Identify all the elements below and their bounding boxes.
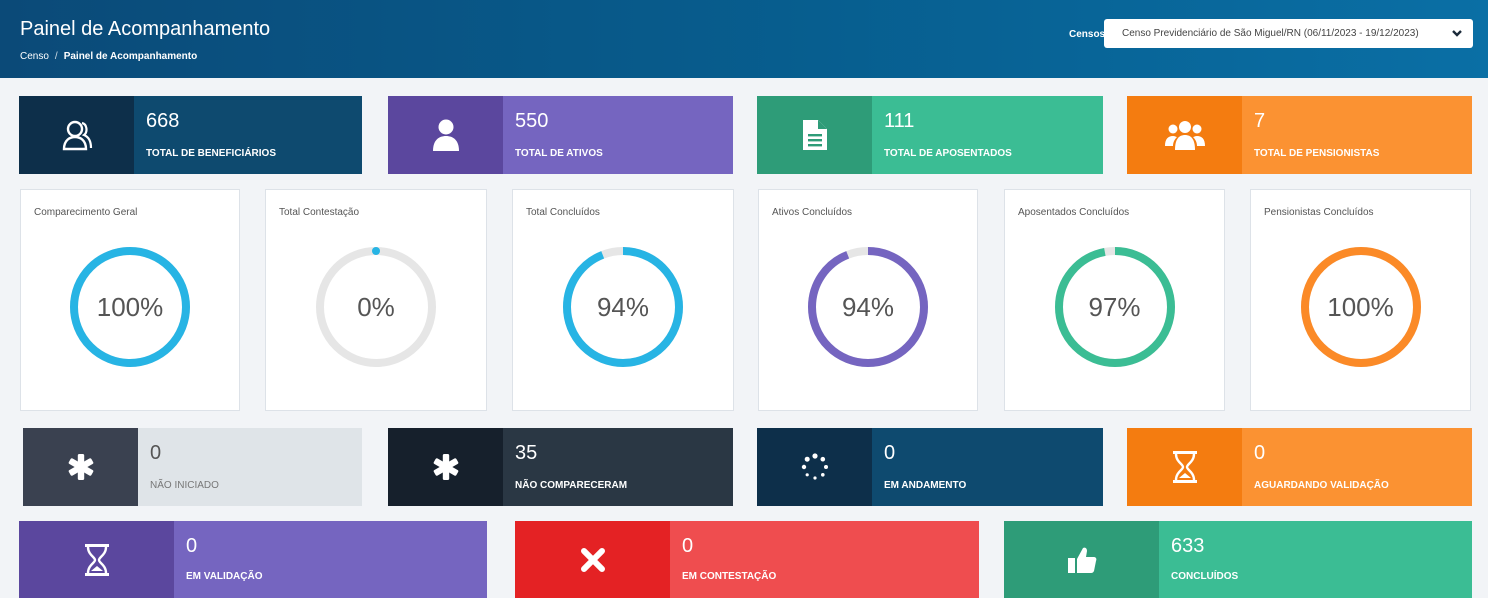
card-value: 0	[1254, 442, 1266, 464]
card-total-ativos: 550 TOTAL DE ATIVOS	[388, 96, 733, 174]
card-value: 668	[146, 110, 180, 132]
spinner-icon	[801, 453, 828, 480]
card-label: NÃO INICIADO	[150, 480, 219, 491]
user-icon	[432, 119, 459, 151]
close-icon	[580, 547, 605, 572]
document-icon	[802, 120, 827, 150]
card-label: TOTAL DE APOSENTADOS	[884, 148, 1012, 159]
card-nao-compareceram: 35 NÃO COMPARECERAM	[388, 428, 733, 506]
gauge-ativos-concluidos: Ativos Concluídos 94%	[758, 189, 978, 411]
gauge-aposentados-concluidos: Aposentados Concluídos 97%	[1004, 189, 1225, 411]
card-value: 7	[1254, 110, 1266, 132]
card-total-beneficiarios: 668 TOTAL DE BENEFICIÁRIOS	[19, 96, 362, 174]
card-value: 0	[884, 442, 896, 464]
group-icon	[1164, 121, 1205, 150]
gauge-value: 94%	[596, 292, 650, 322]
card-label: EM CONTESTAÇÃO	[682, 571, 777, 582]
card-total-pensionistas: 7 TOTAL DE PENSIONISTAS	[1127, 96, 1472, 174]
card-total-aposentados: 111 TOTAL DE APOSENTADOS	[757, 96, 1103, 174]
breadcrumb-censo[interactable]: Censo	[20, 51, 49, 62]
gauge-title: Pensionistas Concluídos	[1264, 207, 1374, 218]
asterisk-icon	[68, 454, 93, 480]
page-header: Painel de Acompanhamento Censo / Painel de…	[0, 0, 1488, 78]
card-value: 0	[186, 535, 198, 557]
gauge-total-concluidos: Total Concluídos 94%	[512, 189, 734, 411]
gauge-total-contestacao: Total Contestação 0%	[265, 189, 487, 411]
card-label: EM VALIDAÇÃO	[186, 571, 263, 582]
card-value: 0	[682, 535, 694, 557]
gauge-pensionistas-concluidos: Pensionistas Concluídos 100%	[1250, 189, 1471, 411]
asterisk-icon	[433, 454, 458, 480]
card-label: TOTAL DE BENEFICIÁRIOS	[146, 148, 277, 159]
gauge-title: Aposentados Concluídos	[1018, 207, 1130, 218]
card-value: 633	[1171, 535, 1205, 557]
gauge-value: 97%	[1088, 292, 1141, 322]
hourglass-icon	[84, 543, 109, 576]
censos-label: Censos	[1069, 29, 1106, 40]
card-concluidos: 633 CONCLUÍDOS	[1004, 521, 1472, 598]
card-value: 550	[515, 110, 549, 132]
gauge-comparecimento-geral: Comparecimento Geral 100%	[20, 189, 240, 411]
card-value: 0	[150, 442, 162, 464]
censos-selected-value: Censo Previdenciário de São Miguel/RN (0…	[1122, 28, 1419, 39]
card-em-andamento: 0 EM ANDAMENTO	[757, 428, 1103, 506]
card-value: 111	[884, 110, 915, 132]
card-aguardando-validacao: 0 AGUARDANDO VALIDAÇÃO	[1127, 428, 1472, 506]
card-label: EM ANDAMENTO	[884, 480, 967, 491]
card-icon-box	[19, 96, 134, 174]
hourglass-icon	[1172, 451, 1197, 483]
gauge-value: 100%	[96, 292, 164, 322]
card-value: 35	[515, 442, 538, 464]
card-label: CONCLUÍDOS	[1171, 571, 1239, 582]
gauge-value: 94%	[841, 292, 895, 322]
gauge-title: Total Concluídos	[526, 207, 600, 218]
breadcrumb: Censo / Painel de Acompanhamento	[20, 51, 198, 62]
gauge-value: 100%	[1327, 292, 1394, 322]
gauge-value: 0%	[357, 292, 395, 322]
gauge-title: Total Contestação	[279, 207, 360, 218]
page-title: Painel de Acompanhamento	[20, 18, 271, 40]
card-nao-iniciado: 0 NÃO INICIADO	[23, 428, 362, 506]
card-em-validacao: 0 EM VALIDAÇÃO	[19, 521, 487, 598]
gauge-title: Ativos Concluídos	[772, 207, 853, 218]
users-outline-icon	[62, 120, 92, 151]
card-label: TOTAL DE ATIVOS	[515, 148, 603, 159]
card-label: TOTAL DE PENSIONISTAS	[1254, 148, 1380, 159]
chevron-down-icon	[1452, 30, 1462, 37]
card-em-contestacao: 0 EM CONTESTAÇÃO	[515, 521, 979, 598]
card-label: NÃO COMPARECERAM	[515, 480, 628, 491]
thumbs-up-icon	[1067, 547, 1096, 573]
card-label: AGUARDANDO VALIDAÇÃO	[1254, 480, 1389, 491]
censos-select[interactable]: Censo Previdenciário de São Miguel/RN (0…	[1104, 19, 1473, 48]
breadcrumb-current: Painel de Acompanhamento	[63, 51, 198, 62]
gauge-title: Comparecimento Geral	[34, 207, 138, 218]
